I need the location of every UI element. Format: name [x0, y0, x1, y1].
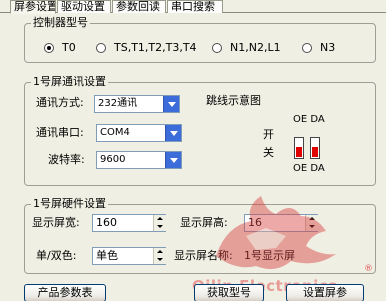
- color-mode-value: 单色: [96, 249, 118, 262]
- dip-switch-oe: [294, 137, 304, 159]
- spin-up-icon[interactable]: [306, 215, 318, 223]
- jumper-diagram-title: 跳线示意图: [206, 94, 261, 107]
- radio-n1-label: N1,N2,L1: [230, 41, 281, 54]
- screen-width-label: 显示屏宽:: [32, 216, 80, 229]
- spin-down-icon[interactable]: [154, 223, 166, 231]
- radio-dot[interactable]: [212, 42, 222, 53]
- comm-port-label: 通讯串口:: [36, 126, 84, 139]
- baud-rate-label: 波特率:: [48, 153, 85, 166]
- hardware-settings-group: 1号屏硬件设置: [24, 197, 376, 274]
- radio-dot-selected[interactable]: [44, 42, 54, 53]
- switch-off-label: 关: [263, 146, 274, 159]
- spin-down-icon[interactable]: [306, 223, 318, 231]
- screen-name-value: 1号显示屏: [244, 249, 295, 262]
- radio-n1-n2-l1[interactable]: N1,N2,L1: [212, 41, 281, 54]
- baud-rate-value: 9600: [100, 154, 126, 165]
- dip-top-labels: OE DA: [293, 114, 325, 125]
- dip-knob: [312, 147, 318, 157]
- comm-method-select[interactable]: 232通讯: [94, 95, 180, 113]
- screen-height-value: 16: [248, 216, 262, 229]
- radio-dot[interactable]: [302, 42, 312, 53]
- comm-port-value: COM4: [100, 127, 130, 138]
- baud-rate-select[interactable]: 9600: [96, 151, 182, 169]
- dip-switch-da: [310, 137, 320, 159]
- radio-t0[interactable]: T0: [44, 41, 76, 54]
- radio-ts-t1-t4[interactable]: TS,T1,T2,T3,T4: [96, 41, 197, 54]
- hardware-settings-title: 1号屏硬件设置: [31, 197, 108, 211]
- tab-serial-search[interactable]: 串口搜索: [167, 0, 223, 13]
- spin-down-icon[interactable]: [154, 256, 166, 264]
- chevron-down-icon[interactable]: [163, 96, 179, 112]
- color-mode-label: 单/双色:: [36, 249, 77, 262]
- screen-height-label: 显示屏高:: [180, 216, 228, 229]
- radio-t0-label: T0: [62, 41, 76, 54]
- color-mode-input[interactable]: 单色: [92, 247, 166, 265]
- screen-width-input[interactable]: 160: [92, 214, 166, 232]
- tab-driver-settings[interactable]: 驱动设置: [57, 0, 111, 13]
- tab-bar: 屏参设置 驱动设置 参数回读 串口搜索: [0, 0, 386, 14]
- dip-knob: [296, 147, 302, 157]
- dip-bottom-labels: OE DA: [293, 163, 325, 174]
- radio-dot[interactable]: [96, 42, 106, 53]
- switch-on-label: 开: [263, 128, 274, 141]
- spinner-buttons[interactable]: [305, 215, 318, 231]
- spin-up-icon[interactable]: [154, 248, 166, 256]
- comm-method-label: 通讯方式:: [36, 96, 84, 109]
- radio-n3-label: N3: [320, 41, 336, 54]
- comm-method-value: 232通讯: [98, 98, 138, 109]
- radio-n3[interactable]: N3: [302, 41, 335, 54]
- radio-ts-label: TS,T1,T2,T3,T4: [114, 41, 197, 54]
- comm-settings-title: 1号屏通讯设置: [31, 75, 108, 89]
- comm-port-select[interactable]: COM4: [96, 124, 182, 142]
- spinner-buttons[interactable]: [153, 248, 166, 264]
- product-params-button[interactable]: 产品参数表: [24, 284, 106, 301]
- screen-name-label: 显示屏名称:: [174, 249, 233, 262]
- tab-param-readback[interactable]: 参数回读: [112, 0, 166, 13]
- screen-height-input[interactable]: 16: [244, 214, 318, 232]
- chevron-down-icon[interactable]: [165, 125, 181, 141]
- set-screen-button[interactable]: 设置屏参: [286, 284, 364, 301]
- chevron-down-icon[interactable]: [165, 152, 181, 168]
- registered-mark: ®: [364, 264, 373, 274]
- tab-screen-params[interactable]: 屏参设置: [10, 0, 56, 14]
- get-model-button[interactable]: 获取型号: [194, 284, 264, 301]
- spinner-buttons[interactable]: [153, 215, 166, 231]
- controller-model-title: 控制器型号: [31, 16, 90, 30]
- spin-up-icon[interactable]: [154, 215, 166, 223]
- screen-width-value: 160: [96, 216, 117, 229]
